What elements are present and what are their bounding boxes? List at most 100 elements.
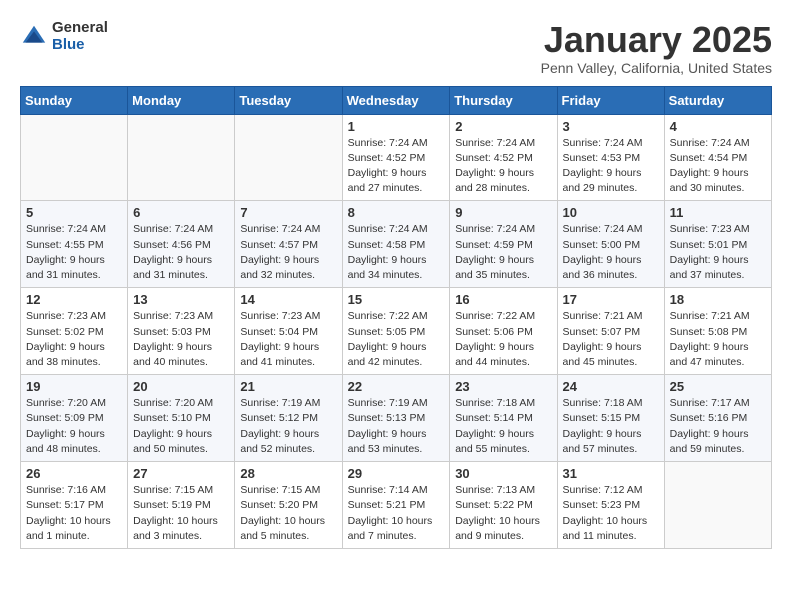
calendar-cell: 4 Sunrise: 7:24 AM Sunset: 4:54 PM Daylig… xyxy=(664,114,771,201)
calendar-cell: 18 Sunrise: 7:21 AM Sunset: 5:08 PM Dayli… xyxy=(664,288,771,375)
cell-content: Sunrise: 7:24 AM Sunset: 4:58 PM Dayligh… xyxy=(348,222,445,283)
calendar-cell: 19 Sunrise: 7:20 AM Sunset: 5:09 PM Dayli… xyxy=(21,375,128,462)
cell-content: Sunrise: 7:12 AM Sunset: 5:23 PM Dayligh… xyxy=(563,483,659,544)
day-number: 18 xyxy=(670,292,766,307)
day-number: 16 xyxy=(455,292,551,307)
calendar-cell: 17 Sunrise: 7:21 AM Sunset: 5:07 PM Dayli… xyxy=(557,288,664,375)
calendar-cell: 7Sunrise: 7:24 AM Sunset: 4:57 PM Daylig… xyxy=(235,201,342,288)
day-number: 11 xyxy=(670,205,766,220)
logo-text: General Blue xyxy=(52,20,108,53)
col-wednesday: Wednesday xyxy=(342,86,450,114)
cell-content: Sunrise: 7:20 AM Sunset: 5:10 PM Dayligh… xyxy=(133,396,229,457)
cell-content: Sunrise: 7:21 AM Sunset: 5:07 PM Dayligh… xyxy=(563,309,659,370)
cell-content: Sunrise: 7:23 AM Sunset: 5:04 PM Dayligh… xyxy=(240,309,336,370)
cell-content: Sunrise: 7:18 AM Sunset: 5:14 PM Dayligh… xyxy=(455,396,551,457)
day-number: 22 xyxy=(348,379,445,394)
day-number: 30 xyxy=(455,466,551,481)
calendar-cell: 20Sunrise: 7:20 AM Sunset: 5:10 PM Dayli… xyxy=(128,375,235,462)
week-row-1: 1 Sunrise: 7:24 AM Sunset: 4:52 PM Daylig… xyxy=(21,114,772,201)
calendar-cell: 9 Sunrise: 7:24 AM Sunset: 4:59 PM Daylig… xyxy=(450,201,557,288)
cell-content: Sunrise: 7:13 AM Sunset: 5:22 PM Dayligh… xyxy=(455,483,551,544)
calendar-cell xyxy=(21,114,128,201)
cell-content: Sunrise: 7:16 AM Sunset: 5:17 PM Dayligh… xyxy=(26,483,122,544)
calendar-cell: 15Sunrise: 7:22 AM Sunset: 5:05 PM Dayli… xyxy=(342,288,450,375)
col-friday: Friday xyxy=(557,86,664,114)
col-monday: Monday xyxy=(128,86,235,114)
calendar-cell: 30 Sunrise: 7:13 AM Sunset: 5:22 PM Dayli… xyxy=(450,462,557,549)
day-number: 4 xyxy=(670,119,766,134)
cell-content: Sunrise: 7:24 AM Sunset: 4:56 PM Dayligh… xyxy=(133,222,229,283)
cell-content: Sunrise: 7:19 AM Sunset: 5:12 PM Dayligh… xyxy=(240,396,336,457)
day-number: 27 xyxy=(133,466,229,481)
cell-content: Sunrise: 7:22 AM Sunset: 5:05 PM Dayligh… xyxy=(348,309,445,370)
week-row-3: 12 Sunrise: 7:23 AM Sunset: 5:02 PM Dayli… xyxy=(21,288,772,375)
calendar-cell: 31Sunrise: 7:12 AM Sunset: 5:23 PM Dayli… xyxy=(557,462,664,549)
calendar-cell: 10Sunrise: 7:24 AM Sunset: 5:00 PM Dayli… xyxy=(557,201,664,288)
day-number: 2 xyxy=(455,119,551,134)
day-number: 3 xyxy=(563,119,659,134)
cell-content: Sunrise: 7:17 AM Sunset: 5:16 PM Dayligh… xyxy=(670,396,766,457)
cell-content: Sunrise: 7:15 AM Sunset: 5:20 PM Dayligh… xyxy=(240,483,336,544)
day-number: 12 xyxy=(26,292,122,307)
calendar-cell: 13 Sunrise: 7:23 AM Sunset: 5:03 PM Dayli… xyxy=(128,288,235,375)
cell-content: Sunrise: 7:19 AM Sunset: 5:13 PM Dayligh… xyxy=(348,396,445,457)
calendar-cell: 29Sunrise: 7:14 AM Sunset: 5:21 PM Dayli… xyxy=(342,462,450,549)
cell-content: Sunrise: 7:23 AM Sunset: 5:03 PM Dayligh… xyxy=(133,309,229,370)
col-saturday: Saturday xyxy=(664,86,771,114)
calendar-cell xyxy=(128,114,235,201)
col-thursday: Thursday xyxy=(450,86,557,114)
calendar-cell: 12 Sunrise: 7:23 AM Sunset: 5:02 PM Dayli… xyxy=(21,288,128,375)
cell-content: Sunrise: 7:22 AM Sunset: 5:06 PM Dayligh… xyxy=(455,309,551,370)
cell-content: Sunrise: 7:15 AM Sunset: 5:19 PM Dayligh… xyxy=(133,483,229,544)
calendar-cell: 16 Sunrise: 7:22 AM Sunset: 5:06 PM Dayli… xyxy=(450,288,557,375)
cell-content: Sunrise: 7:24 AM Sunset: 4:52 PM Dayligh… xyxy=(455,136,551,197)
calendar-cell: 1 Sunrise: 7:24 AM Sunset: 4:52 PM Daylig… xyxy=(342,114,450,201)
day-number: 6 xyxy=(133,205,229,220)
cell-content: Sunrise: 7:24 AM Sunset: 4:55 PM Dayligh… xyxy=(26,222,122,283)
week-row-2: 5 Sunrise: 7:24 AM Sunset: 4:55 PM Daylig… xyxy=(21,201,772,288)
cell-content: Sunrise: 7:24 AM Sunset: 4:52 PM Dayligh… xyxy=(348,136,445,197)
cell-content: Sunrise: 7:20 AM Sunset: 5:09 PM Dayligh… xyxy=(26,396,122,457)
day-number: 9 xyxy=(455,205,551,220)
logo: General Blue xyxy=(20,20,108,53)
cell-content: Sunrise: 7:21 AM Sunset: 5:08 PM Dayligh… xyxy=(670,309,766,370)
calendar-cell: 23 Sunrise: 7:18 AM Sunset: 5:14 PM Dayli… xyxy=(450,375,557,462)
day-number: 28 xyxy=(240,466,336,481)
day-number: 17 xyxy=(563,292,659,307)
calendar-cell: 26 Sunrise: 7:16 AM Sunset: 5:17 PM Dayli… xyxy=(21,462,128,549)
title-area: January 2025 Penn Valley, California, Un… xyxy=(541,20,772,76)
calendar-cell xyxy=(664,462,771,549)
col-tuesday: Tuesday xyxy=(235,86,342,114)
cell-content: Sunrise: 7:23 AM Sunset: 5:02 PM Dayligh… xyxy=(26,309,122,370)
cell-content: Sunrise: 7:24 AM Sunset: 4:53 PM Dayligh… xyxy=(563,136,659,197)
day-number: 8 xyxy=(348,205,445,220)
logo-icon xyxy=(20,23,48,51)
page-header: General Blue January 2025 Penn Valley, C… xyxy=(20,20,772,76)
day-number: 1 xyxy=(348,119,445,134)
calendar-header: Sunday Monday Tuesday Wednesday Thursday… xyxy=(21,86,772,114)
calendar-cell: 28 Sunrise: 7:15 AM Sunset: 5:20 PM Dayli… xyxy=(235,462,342,549)
calendar-cell: 11 Sunrise: 7:23 AM Sunset: 5:01 PM Dayli… xyxy=(664,201,771,288)
day-number: 5 xyxy=(26,205,122,220)
cell-content: Sunrise: 7:23 AM Sunset: 5:01 PM Dayligh… xyxy=(670,222,766,283)
calendar-cell: 5 Sunrise: 7:24 AM Sunset: 4:55 PM Daylig… xyxy=(21,201,128,288)
calendar-cell: 21 Sunrise: 7:19 AM Sunset: 5:12 PM Dayli… xyxy=(235,375,342,462)
calendar-table: Sunday Monday Tuesday Wednesday Thursday… xyxy=(20,86,772,549)
day-number: 13 xyxy=(133,292,229,307)
calendar-cell: 8 Sunrise: 7:24 AM Sunset: 4:58 PM Daylig… xyxy=(342,201,450,288)
cell-content: Sunrise: 7:24 AM Sunset: 4:57 PM Dayligh… xyxy=(240,222,336,283)
day-number: 10 xyxy=(563,205,659,220)
calendar-cell: 14 Sunrise: 7:23 AM Sunset: 5:04 PM Dayli… xyxy=(235,288,342,375)
calendar-cell: 27 Sunrise: 7:15 AM Sunset: 5:19 PM Dayli… xyxy=(128,462,235,549)
day-number: 19 xyxy=(26,379,122,394)
day-number: 21 xyxy=(240,379,336,394)
day-number: 14 xyxy=(240,292,336,307)
calendar-cell: 22 Sunrise: 7:19 AM Sunset: 5:13 PM Dayli… xyxy=(342,375,450,462)
cell-content: Sunrise: 7:24 AM Sunset: 4:54 PM Dayligh… xyxy=(670,136,766,197)
day-number: 23 xyxy=(455,379,551,394)
day-number: 26 xyxy=(26,466,122,481)
cell-content: Sunrise: 7:24 AM Sunset: 4:59 PM Dayligh… xyxy=(455,222,551,283)
week-row-4: 19 Sunrise: 7:20 AM Sunset: 5:09 PM Dayli… xyxy=(21,375,772,462)
calendar-cell: 3 Sunrise: 7:24 AM Sunset: 4:53 PM Daylig… xyxy=(557,114,664,201)
week-row-5: 26 Sunrise: 7:16 AM Sunset: 5:17 PM Dayli… xyxy=(21,462,772,549)
